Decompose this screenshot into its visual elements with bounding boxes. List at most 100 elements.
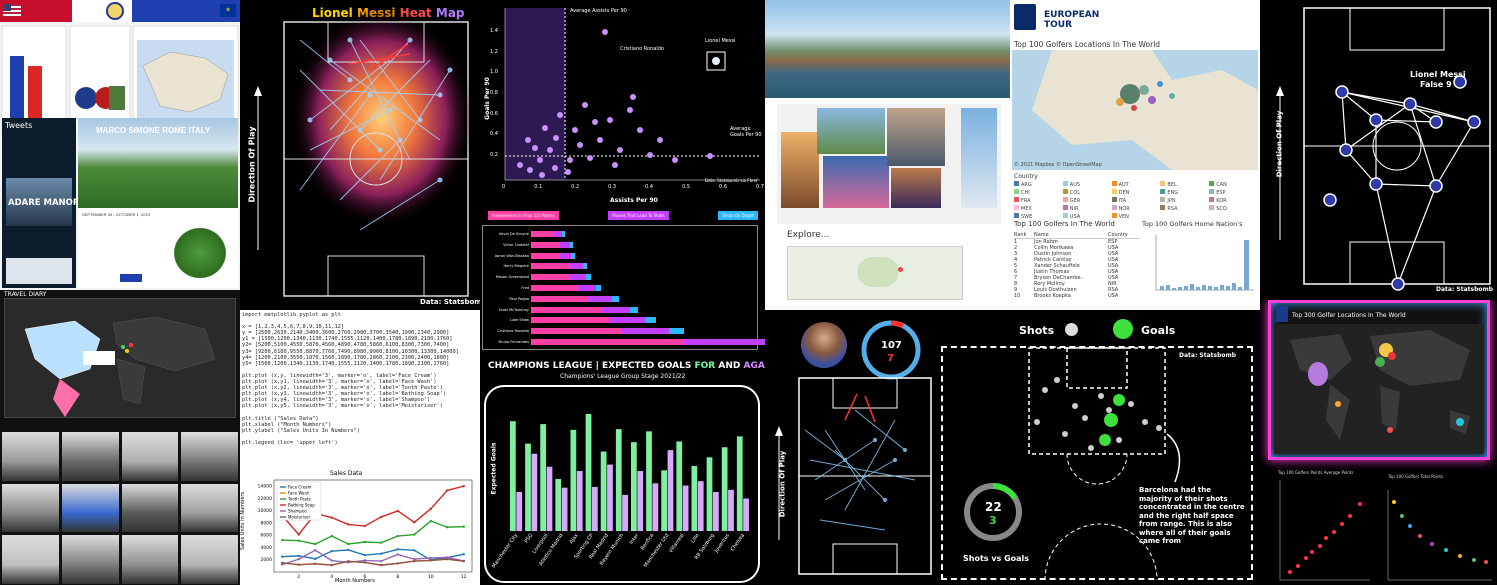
xg-for-bar xyxy=(600,451,607,531)
city-photo[interactable] xyxy=(2,483,59,533)
city-photo[interactable] xyxy=(181,535,238,584)
hallstatt-photo xyxy=(765,0,1010,98)
city-photo[interactable] xyxy=(61,535,119,584)
tour-map[interactable]: © 2021 Mapbox © OpenStreetMap xyxy=(1012,50,1258,170)
column-header[interactable]: Rank xyxy=(1014,232,1034,238)
legend-swatch xyxy=(1209,197,1215,202)
player-row: Mason Greenwood xyxy=(483,273,753,281)
country-legend-item[interactable]: FRA xyxy=(1014,197,1063,204)
country-legend-item[interactable]: COL xyxy=(1062,189,1112,196)
country-legend-item[interactable]: CAN xyxy=(1209,181,1258,188)
code-editor: import matplotlib.pyplot as plt x = [1,2,… xyxy=(242,312,478,467)
involvement-bar xyxy=(531,339,685,345)
xg-against-bar xyxy=(712,492,719,531)
player-row: Bruno Fernandes xyxy=(483,338,765,346)
country-legend-item[interactable]: MEX xyxy=(1014,205,1063,212)
xg-for-bar xyxy=(631,442,637,531)
involvement-bar xyxy=(562,231,565,237)
explore-heading[interactable]: Explore... xyxy=(787,230,829,240)
xg-for-bar xyxy=(585,414,592,531)
network-credit: Data: Statsbomb xyxy=(1436,286,1494,293)
city-photo[interactable] xyxy=(121,535,179,584)
world-map xyxy=(24,316,216,417)
player-row: Cristiano Ronaldo xyxy=(483,327,753,335)
xg-against-bar xyxy=(561,487,568,531)
xg-against-bar xyxy=(652,483,659,531)
view-button[interactable] xyxy=(120,274,142,282)
involvement-bar xyxy=(531,263,570,270)
country-legend-item[interactable]: ENG xyxy=(1160,189,1209,196)
legend-swatch xyxy=(1062,181,1068,186)
city-photo[interactable] xyxy=(121,432,179,481)
legend-swatch xyxy=(1160,197,1166,202)
country-legend-item[interactable]: GER xyxy=(1062,197,1112,204)
country-code: DEN xyxy=(1118,190,1130,196)
heat-density xyxy=(290,8,474,228)
ryder-cup-logo xyxy=(106,2,124,20)
legend-swatch xyxy=(1014,213,1019,218)
country-legend-item[interactable]: SWE xyxy=(1014,213,1063,220)
xtick: 0.2 xyxy=(571,184,580,190)
travel-website-tile: Explore... xyxy=(765,0,1010,310)
series-point xyxy=(396,534,399,538)
country-legend-item[interactable]: USA xyxy=(1062,213,1112,220)
avg-goals-label: Average Goals Per 90 xyxy=(730,126,762,138)
code-line: y4= [1200,2100,3550,1870,1560,1890,1780,… xyxy=(242,354,450,361)
city-photo[interactable] xyxy=(61,432,119,481)
ring-label: Shots vs Goals xyxy=(963,554,1030,563)
country-legend-item[interactable]: BEL xyxy=(1160,181,1209,188)
legend-swatch xyxy=(1209,181,1215,186)
ring-shots: 22 xyxy=(985,500,1002,514)
xg-against-bar xyxy=(546,466,553,531)
country-legend-item[interactable]: NOR xyxy=(1111,205,1161,212)
golfers-table[interactable]: Rank Name Country 1 Jon Rahm ESP 2 Collin Morik… xyxy=(1014,232,1140,299)
involvement-bar xyxy=(629,306,638,313)
country-legend-item[interactable]: ARG xyxy=(1014,181,1063,188)
country-legend-item[interactable]: JPN xyxy=(1160,197,1209,204)
tweets-panel[interactable]: Tweets ADARE MANOR xyxy=(2,118,79,288)
city-photo[interactable] xyxy=(121,483,179,533)
xg-against-bar xyxy=(697,481,704,531)
series-point xyxy=(396,553,399,556)
country-legend-item[interactable]: AUT xyxy=(1111,181,1161,188)
country-legend-item[interactable]: ITA xyxy=(1111,197,1161,204)
city-photo[interactable] xyxy=(181,432,238,481)
city-photo[interactable] xyxy=(181,483,238,533)
explore-map[interactable] xyxy=(787,246,963,300)
city-photo[interactable] xyxy=(2,432,59,481)
messi-heat-map-tile: Lionel Messi Heat Map Dire xyxy=(240,0,480,310)
country-legend-item[interactable]: DEN xyxy=(1111,189,1161,196)
player-row: Kevin De Bruyne xyxy=(483,230,753,238)
involvement-bar xyxy=(570,241,573,248)
country-legend-item[interactable]: KOR xyxy=(1209,197,1258,204)
involvement-bar xyxy=(559,252,572,259)
legend-swatch xyxy=(1160,205,1166,210)
travel-diary-tile: TRAVEL DIARY xyxy=(0,290,240,585)
country-code: AUS xyxy=(1069,182,1081,188)
city-photo[interactable] xyxy=(61,483,119,533)
country-legend-item[interactable]: NIR xyxy=(1062,205,1112,212)
column-header[interactable]: Name xyxy=(1034,232,1108,238)
country-legend-item[interactable]: AUS xyxy=(1062,181,1112,188)
series-point xyxy=(314,542,317,546)
table-header: Rank Name Country xyxy=(1014,232,1140,239)
country-legend-item[interactable]: ESP xyxy=(1209,189,1258,196)
series-point xyxy=(330,516,333,519)
xtick: 0.7 xyxy=(756,184,764,190)
involvement-bar xyxy=(554,231,563,237)
world-map-panel[interactable] xyxy=(4,298,236,418)
country-legend-item[interactable]: VEN xyxy=(1111,213,1161,220)
table-row[interactable]: 10 Brooks Koepka USA xyxy=(1014,293,1140,299)
legend-swatch xyxy=(1062,213,1068,218)
country-code: GER xyxy=(1069,198,1081,204)
city-photo[interactable] xyxy=(2,535,59,584)
series-point xyxy=(413,549,416,552)
iniesta-pitch xyxy=(775,320,932,575)
legend-item: Involvement In Final 1/3 Passes xyxy=(488,211,559,220)
country-legend-item[interactable]: RSA xyxy=(1160,205,1209,212)
column-header[interactable]: Country xyxy=(1108,232,1138,238)
country-legend-item[interactable]: CHI xyxy=(1014,189,1063,196)
xg-for-bar xyxy=(510,421,516,531)
x-tick: 8 xyxy=(396,574,399,580)
country-legend-item[interactable]: SCO xyxy=(1209,205,1258,212)
